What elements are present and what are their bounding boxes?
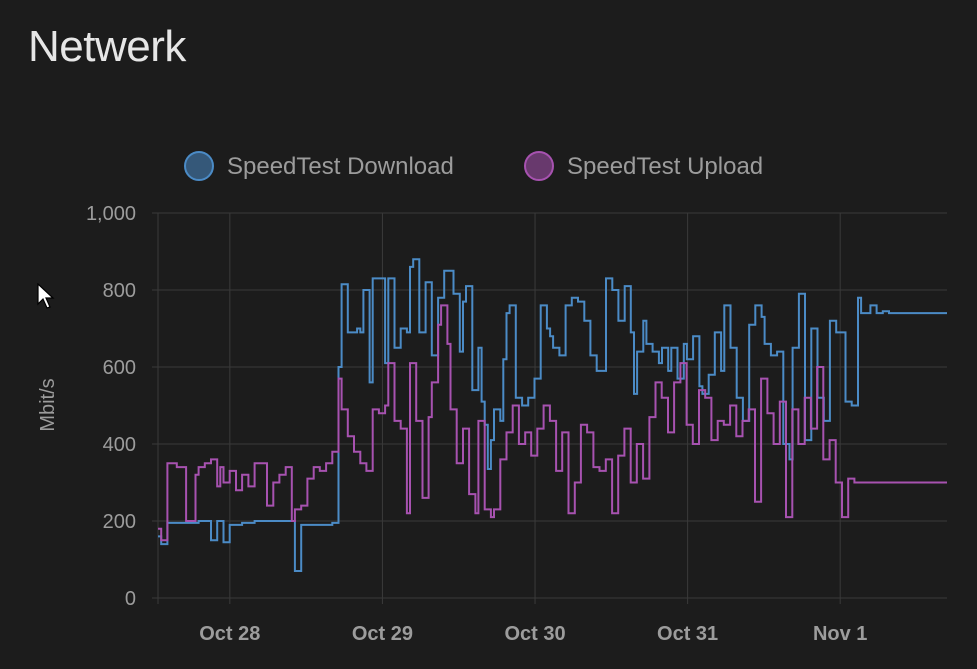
legend[interactable]: SpeedTest Download SpeedTest Upload xyxy=(184,151,763,181)
x-tick-label: Oct 29 xyxy=(352,623,413,645)
y-tick-label: 800 xyxy=(103,280,136,302)
legend-label: SpeedTest Upload xyxy=(567,153,763,180)
y-tick-label: 200 xyxy=(103,511,136,533)
y-tick-label: 600 xyxy=(103,357,136,379)
y-tick-label: 1,000 xyxy=(86,203,136,225)
y-tick-label: 400 xyxy=(103,434,136,456)
x-tick-label: Oct 28 xyxy=(199,623,260,645)
legend-label: SpeedTest Download xyxy=(227,153,454,180)
x-tick-label: Oct 31 xyxy=(657,623,718,645)
series-line-download xyxy=(158,258,947,572)
x-tick-label: Nov 1 xyxy=(813,623,867,645)
y-tick-label: 0 xyxy=(125,588,136,610)
line-chart: 0 200 400 600 800 1,000 Oct 28 Oct 29 Oct 30 Oct … xyxy=(37,151,947,645)
legend-item[interactable]: SpeedTest Download xyxy=(184,151,454,181)
legend-swatch xyxy=(184,151,214,181)
x-tick-label: Oct 30 xyxy=(504,623,565,645)
legend-item[interactable]: SpeedTest Upload xyxy=(524,151,763,181)
y-axis-label: Mbit/s xyxy=(37,378,59,431)
axes: 0 200 400 600 800 1,000 Oct 28 Oct 29 Oct 30 Oct … xyxy=(86,203,867,645)
legend-swatch xyxy=(524,151,554,181)
series-lines xyxy=(158,258,947,572)
mouse-pointer-icon xyxy=(37,283,55,309)
